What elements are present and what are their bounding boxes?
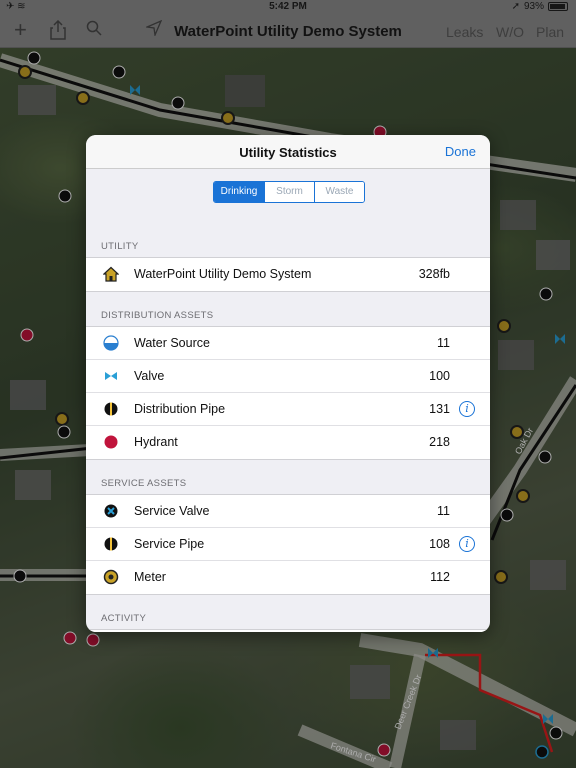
row-label: Hydrant bbox=[134, 435, 178, 449]
row-label: Meter bbox=[134, 570, 166, 584]
row-label: Water Source bbox=[134, 336, 210, 350]
section-header-distribution: DISTRIBUTION ASSETS bbox=[101, 310, 214, 321]
modal-title: Utility Statistics bbox=[239, 145, 337, 160]
table-row[interactable]: Distribution Pipe 131 i bbox=[86, 393, 490, 426]
distribution-pipe-icon bbox=[103, 401, 119, 417]
section-header-service: SERVICE ASSETS bbox=[101, 478, 187, 489]
row-label: Service Valve bbox=[134, 504, 210, 518]
row-value: 218 bbox=[429, 435, 450, 449]
activity-group bbox=[86, 629, 490, 632]
done-button[interactable]: Done bbox=[445, 144, 476, 159]
service-group: Service Valve 11 Service Pipe 108 i Mete… bbox=[86, 494, 490, 595]
segment-drinking[interactable]: Drinking bbox=[214, 182, 264, 202]
house-icon bbox=[102, 266, 120, 282]
table-row[interactable]: Water Source 11 bbox=[86, 327, 490, 360]
distribution-group: Water Source 11 Valve 100 Distribution P… bbox=[86, 326, 490, 460]
row-value: 11 bbox=[437, 504, 450, 518]
row-label: Distribution Pipe bbox=[134, 402, 226, 416]
valve-icon bbox=[103, 368, 119, 384]
service-pipe-icon bbox=[103, 536, 119, 552]
row-value: 131 bbox=[429, 402, 450, 416]
modal-header: Utility Statistics Done bbox=[86, 135, 490, 169]
segment-storm[interactable]: Storm bbox=[264, 182, 314, 202]
service-valve-icon bbox=[103, 503, 119, 519]
segmented-control: Drinking Storm Waste bbox=[213, 181, 365, 203]
utility-group: WaterPoint Utility Demo System 328fb bbox=[86, 257, 490, 292]
table-row[interactable]: Meter 112 bbox=[86, 561, 490, 594]
row-value: 100 bbox=[429, 369, 450, 383]
row-label: Valve bbox=[134, 369, 165, 383]
table-row[interactable]: Service Pipe 108 i bbox=[86, 528, 490, 561]
row-value: 112 bbox=[430, 570, 450, 584]
row-value: 108 bbox=[429, 537, 450, 551]
hydrant-icon bbox=[103, 434, 119, 450]
utility-statistics-modal: Utility Statistics Done Drinking Storm W… bbox=[86, 135, 490, 632]
row-value: 11 bbox=[437, 336, 450, 350]
segment-waste[interactable]: Waste bbox=[314, 182, 364, 202]
meter-icon bbox=[103, 569, 119, 585]
table-row[interactable]: Hydrant 218 bbox=[86, 426, 490, 459]
info-button[interactable]: i bbox=[459, 401, 475, 417]
water-source-icon bbox=[103, 335, 119, 351]
section-header-activity: ACTIVITY bbox=[101, 613, 147, 624]
row-label: WaterPoint Utility Demo System bbox=[134, 267, 312, 281]
row-value: 328fb bbox=[418, 267, 450, 281]
table-row[interactable]: Service Valve 11 bbox=[86, 495, 490, 528]
info-button[interactable]: i bbox=[459, 536, 475, 552]
table-row[interactable]: WaterPoint Utility Demo System 328fb bbox=[86, 258, 490, 291]
section-header-utility: UTILITY bbox=[101, 241, 139, 252]
table-row[interactable]: Valve 100 bbox=[86, 360, 490, 393]
row-label: Service Pipe bbox=[134, 537, 205, 551]
